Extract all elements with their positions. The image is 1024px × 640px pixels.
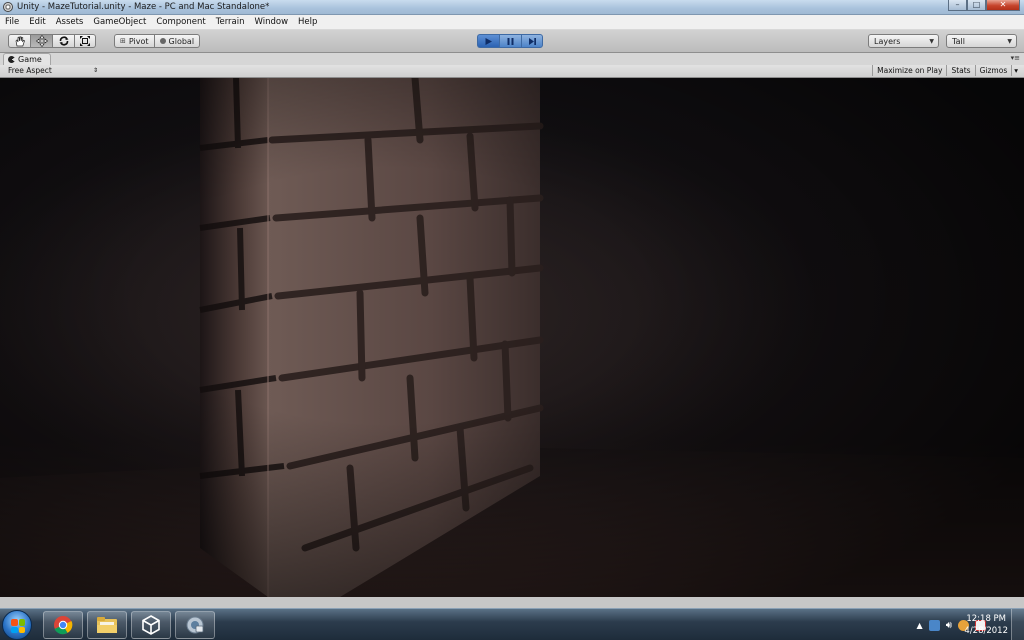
editor-status-strip [0,597,1024,608]
game-view-icon [8,56,15,63]
scale-icon [80,36,90,46]
chrome-icon [54,616,73,635]
menu-terrain[interactable]: Terrain [211,17,250,27]
menu-file[interactable]: File [0,17,24,27]
game-view-controlbar: Free Aspect ⇕ Maximize on Play Stats Giz… [0,65,1024,78]
unity-logo-icon [3,2,13,12]
taskbar-explorer[interactable] [87,611,127,639]
handle-toggles: ⊞ Pivot Global [114,34,201,48]
aspect-label: Free Aspect [8,66,52,75]
menu-edit[interactable]: Edit [24,17,50,27]
play-icon [485,37,492,45]
window-controls: – □ ✕ [948,0,1020,12]
show-desktop-button[interactable] [1011,609,1024,640]
windows-logo-icon [11,619,25,633]
global-toggle[interactable]: Global [153,34,201,48]
network-app-icon [186,616,204,634]
close-button[interactable]: ✕ [986,0,1020,11]
aspect-dropdown[interactable]: Free Aspect ⇕ [4,65,98,76]
pivot-label: Pivot [128,36,149,46]
game-viewport[interactable] [0,78,1024,597]
layers-label: Layers [874,36,901,46]
globe-icon [159,38,166,44]
move-tool-button[interactable] [30,34,52,48]
pause-icon [507,37,514,45]
clock-time: 12:18 PM [966,614,1007,624]
global-label: Global [168,36,195,46]
layout-label: Tall [952,36,965,46]
menu-help[interactable]: Help [293,17,322,27]
maximize-on-play-button[interactable]: Maximize on Play [872,65,946,76]
rotate-icon [59,36,68,46]
layers-dropdown[interactable]: Layers ▼ [868,34,939,48]
scale-tool-button[interactable] [74,34,96,48]
playback-controls [477,34,543,48]
editor-toolbar: ⊞ Pivot Global Layers ▼ Tall ▼ [0,30,1024,53]
move-arrows-icon [35,35,48,47]
maximize-button[interactable]: □ [967,0,986,11]
stats-button[interactable]: Stats [946,65,974,76]
tray-up-arrow-icon[interactable]: ▲ [917,621,923,630]
windows-taskbar: ▲ 🔊︎ 12:18 PM 4/28/2012 [0,608,1024,640]
menu-window[interactable]: Window [250,17,294,27]
taskbar-network-app[interactable] [175,611,215,639]
taskbar-chrome[interactable] [43,611,83,639]
pause-button[interactable] [499,34,521,48]
panel-menu-icon[interactable]: ▾≡ [1011,54,1020,62]
file-explorer-icon [97,617,117,633]
gizmos-button[interactable]: Gizmos [974,65,1012,76]
maze-scene [0,78,1024,597]
tray-app-icon[interactable] [928,619,940,631]
menu-gameobject[interactable]: GameObject [88,17,151,27]
unity-editor-window: Unity - MazeTutorial.unity - Maze - PC a… [0,0,1024,640]
hand-tool-button[interactable] [8,34,30,48]
minimize-button[interactable]: – [948,0,967,11]
taskbar-unity[interactable] [131,611,171,639]
volume-icon[interactable]: 🔊︎ [946,620,952,631]
unity-icon [142,615,160,635]
taskbar-clock[interactable]: 12:18 PM 4/28/2012 [964,613,1008,637]
layout-dropdown[interactable]: Tall ▼ [946,34,1017,48]
game-tab-label: Game [18,55,42,64]
hand-icon [15,35,25,46]
menu-bar: File Edit Assets GameObject Component Te… [0,15,1024,30]
chevron-down-icon[interactable]: ▾ [1011,65,1020,76]
step-icon [528,37,536,45]
play-button[interactable] [477,34,499,48]
rotate-tool-button[interactable] [52,34,74,48]
step-button[interactable] [521,34,543,48]
menu-component[interactable]: Component [151,17,210,27]
chevron-down-icon: ▼ [1007,37,1012,45]
clock-date: 4/28/2012 [964,626,1008,636]
game-view-buttons: Maximize on Play Stats Gizmos ▾ [872,65,1020,76]
tab-game[interactable]: Game [3,53,51,65]
chevron-down-icon: ▼ [929,37,934,45]
title-bar: Unity - MazeTutorial.unity - Maze - PC a… [0,0,1024,15]
transform-tools [8,34,96,48]
window-title: Unity - MazeTutorial.unity - Maze - PC a… [17,2,270,12]
up-down-arrows-icon: ⇕ [92,67,98,74]
pivot-toggle[interactable]: ⊞ Pivot [114,34,154,48]
menu-assets[interactable]: Assets [51,17,89,27]
start-button[interactable] [2,610,32,640]
pivot-icon: ⊞ [120,37,126,45]
